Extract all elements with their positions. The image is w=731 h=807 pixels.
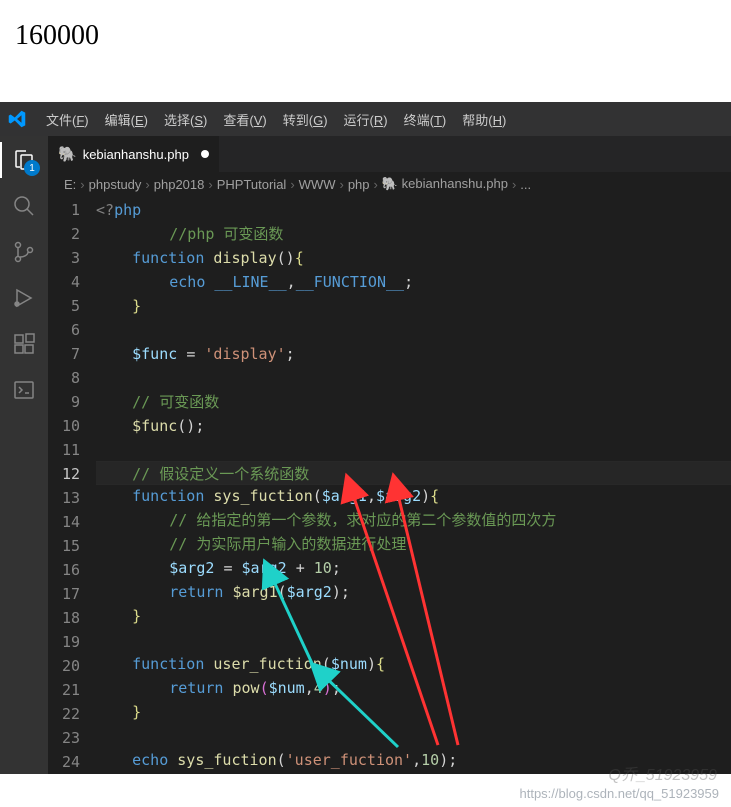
activity-bar: 1 <box>0 136 48 774</box>
chevron-right-icon: › <box>80 177 84 192</box>
code-line[interactable] <box>96 438 731 462</box>
explorer-badge: 1 <box>24 160 40 176</box>
browser-output: 160000 <box>0 0 731 102</box>
code-line[interactable]: echo __LINE__,__FUNCTION__; <box>96 270 731 294</box>
code-line[interactable] <box>96 724 731 748</box>
menu-g[interactable]: 转到(G) <box>275 106 336 133</box>
code-line[interactable]: // 为实际用户输入的数据进行处理 <box>96 532 731 556</box>
code-line[interactable]: function sys_fuction($arg1,$arg2){ <box>96 484 731 508</box>
menu-bar: 文件(F)编辑(E)选择(S)查看(V)转到(G)运行(R)终端(T)帮助(H) <box>38 106 514 133</box>
code-line[interactable] <box>96 366 731 390</box>
menu-f[interactable]: 文件(F) <box>38 106 97 133</box>
tab-filename: kebianhanshu.php <box>83 147 189 162</box>
code-content[interactable]: <?php //php 可变函数 function display(){ ech… <box>96 196 731 774</box>
editor-area: 🐘 kebianhanshu.php E:›phpstudy›php2018›P… <box>48 136 731 774</box>
vscode-window: 文件(F)编辑(E)选择(S)查看(V)转到(G)运行(R)终端(T)帮助(H)… <box>0 102 731 774</box>
breadcrumb-item[interactable]: E: <box>64 177 76 192</box>
terminal-panel-icon[interactable] <box>10 376 38 404</box>
code-line[interactable]: $func(); <box>96 414 731 438</box>
menu-s[interactable]: 选择(S) <box>156 106 215 133</box>
code-line[interactable] <box>96 318 731 342</box>
vscode-logo-icon <box>8 110 26 128</box>
breadcrumb-item[interactable]: phpstudy <box>89 177 142 192</box>
menu-h[interactable]: 帮助(H) <box>454 106 514 133</box>
menu-e[interactable]: 编辑(E) <box>97 106 156 133</box>
chevron-right-icon: › <box>374 177 378 192</box>
chevron-right-icon: › <box>145 177 149 192</box>
watermark-id: Q乔_51923959 <box>608 761 717 785</box>
breadcrumb-item[interactable]: php <box>348 177 370 192</box>
code-line[interactable]: return $arg1($arg2); <box>96 580 731 604</box>
code-line[interactable]: return pow($num,4); <box>96 676 731 700</box>
code-line[interactable]: $arg2 = $arg2 + 10; <box>96 556 731 580</box>
menu-v[interactable]: 查看(V) <box>215 106 274 133</box>
code-line[interactable]: // 可变函数 <box>96 390 731 414</box>
editor-tab[interactable]: 🐘 kebianhanshu.php <box>48 136 220 172</box>
breadcrumb-item[interactable]: WWW <box>299 177 336 192</box>
chevron-right-icon: › <box>512 177 516 192</box>
explorer-icon[interactable]: 1 <box>10 146 38 174</box>
code-line[interactable] <box>96 628 731 652</box>
chevron-right-icon: › <box>290 177 294 192</box>
php-file-icon: 🐘 <box>58 145 77 163</box>
breadcrumb-item[interactable]: 🐘 kebianhanshu.php <box>382 176 508 192</box>
titlebar: 文件(F)编辑(E)选择(S)查看(V)转到(G)运行(R)终端(T)帮助(H) <box>0 102 731 136</box>
menu-r[interactable]: 运行(R) <box>336 106 396 133</box>
line-numbers: 123456789101112131415161718192021222324 <box>48 196 96 774</box>
chevron-right-icon: › <box>208 177 212 192</box>
breadcrumb-item[interactable]: php2018 <box>154 177 205 192</box>
search-icon[interactable] <box>10 192 38 220</box>
run-debug-icon[interactable] <box>10 284 38 312</box>
code-line[interactable]: <?php <box>96 198 731 222</box>
code-line[interactable]: // 给指定的第一个参数，求对应的第二个参数值的四次方 <box>96 508 731 532</box>
watermark-url: https://blog.csdn.net/qq_51923959 <box>520 786 720 801</box>
code-editor[interactable]: 123456789101112131415161718192021222324 … <box>48 196 731 774</box>
code-line[interactable]: // 假设定义一个系统函数 <box>96 461 731 485</box>
code-line[interactable]: function display(){ <box>96 246 731 270</box>
chevron-right-icon: › <box>339 177 343 192</box>
code-line[interactable]: } <box>96 700 731 724</box>
code-line[interactable]: function user_fuction($num){ <box>96 652 731 676</box>
breadcrumbs[interactable]: E:›phpstudy›php2018›PHPTutorial›WWW›php›… <box>48 172 731 196</box>
extensions-icon[interactable] <box>10 330 38 358</box>
modified-indicator-icon <box>201 150 209 158</box>
code-line[interactable]: } <box>96 604 731 628</box>
menu-t[interactable]: 终端(T) <box>396 106 455 133</box>
breadcrumb-item[interactable]: ... <box>520 177 531 192</box>
code-line[interactable]: $func = 'display'; <box>96 342 731 366</box>
tab-bar: 🐘 kebianhanshu.php <box>48 136 731 172</box>
code-line[interactable]: //php 可变函数 <box>96 222 731 246</box>
breadcrumb-item[interactable]: PHPTutorial <box>217 177 287 192</box>
code-line[interactable]: } <box>96 294 731 318</box>
source-control-icon[interactable] <box>10 238 38 266</box>
